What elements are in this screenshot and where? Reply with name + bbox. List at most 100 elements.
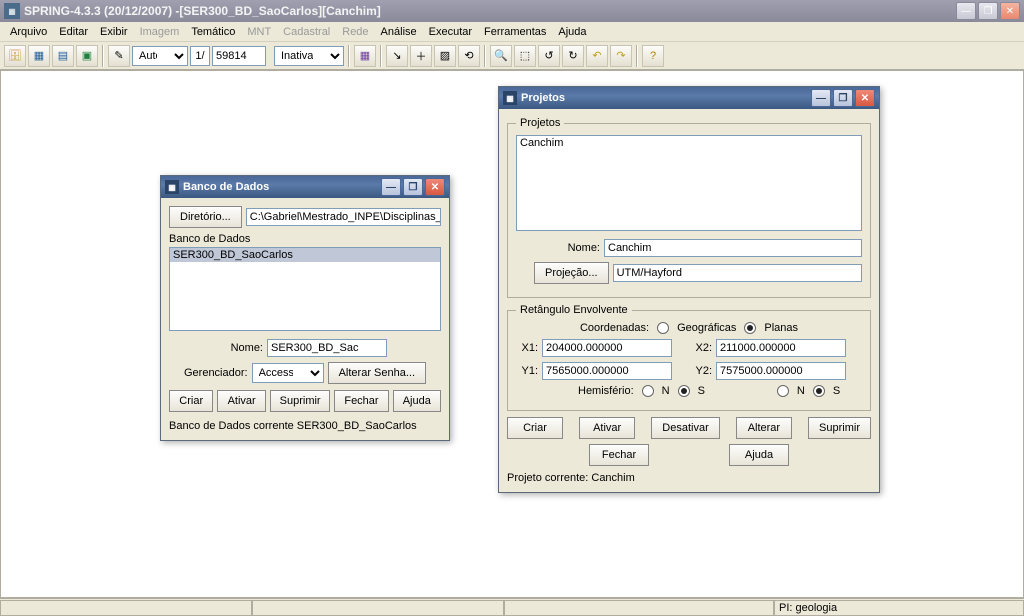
planas-label: Planas [764, 322, 798, 334]
close-button[interactable]: ✕ [1000, 2, 1020, 20]
zoom-in-icon[interactable]: 🔍 [490, 45, 512, 67]
proj-alterar-button[interactable]: Alterar [736, 417, 792, 439]
proj-close-button[interactable]: ✕ [855, 89, 875, 107]
radio-hem-s-1[interactable] [678, 385, 690, 397]
toolbar-separator [380, 45, 382, 67]
bd-dialog-titlebar[interactable]: ▦ Banco de Dados — ❐ ✕ [161, 176, 449, 198]
radio-hem-s-2[interactable] [813, 385, 825, 397]
grid-icon[interactable]: ▦ [354, 45, 376, 67]
bd-fechar-button[interactable]: Fechar [334, 390, 388, 412]
menu-mnt[interactable]: MNT [241, 24, 277, 40]
y2-input[interactable]: 7575000.000000 [716, 362, 846, 380]
retangulo-group: Retângulo Envolvente Coordenadas: Geográ… [507, 304, 871, 411]
bd-ativar-button[interactable]: Ativar [217, 390, 265, 412]
proj-listbox[interactable]: Canchim [516, 135, 862, 231]
tool4-icon[interactable]: ▣ [76, 45, 98, 67]
proj-fechar-button[interactable]: Fechar [589, 444, 649, 466]
hem-s-label-2: S [833, 385, 840, 397]
arrow-down-icon[interactable]: ↘ [386, 45, 408, 67]
zoom-prev-icon[interactable]: ↺ [538, 45, 560, 67]
y1-input[interactable]: 7565000.000000 [542, 362, 672, 380]
plus-icon[interactable]: ＋ [410, 45, 432, 67]
hem-s-label-1: S [698, 385, 705, 397]
projetos-dialog: ▦ Projetos — ❐ ✕ Projetos Canchim Nome: … [498, 86, 880, 493]
menu-analise[interactable]: Análise [375, 24, 423, 40]
database-icon[interactable]: 🗄 [4, 45, 26, 67]
menu-tematico[interactable]: Temático [185, 24, 241, 40]
undo-icon[interactable]: ↶ [586, 45, 608, 67]
alterar-senha-button[interactable]: Alterar Senha... [328, 362, 426, 384]
zoom-next-icon[interactable]: ↻ [562, 45, 584, 67]
bd-close-button[interactable]: ✕ [425, 178, 445, 196]
radio-geograficas[interactable] [657, 322, 669, 334]
menu-exibir[interactable]: Exibir [94, 24, 134, 40]
proj-dialog-title: Projetos [521, 92, 565, 104]
bd-nome-label: Nome: [223, 342, 263, 354]
menu-arquivo[interactable]: Arquivo [4, 24, 53, 40]
radio-planas[interactable] [744, 322, 756, 334]
geograficas-label: Geográficas [677, 322, 736, 334]
retangulo-group-label: Retângulo Envolvente [516, 304, 632, 316]
layer-icon[interactable]: ▤ [52, 45, 74, 67]
redo-icon[interactable]: ↷ [610, 45, 632, 67]
menu-editar[interactable]: Editar [53, 24, 94, 40]
bd-list-item-selected[interactable]: SER300_BD_SaoCarlos [170, 248, 440, 262]
radio-hem-n-1[interactable] [642, 385, 654, 397]
scale-numerator: 1/ [190, 46, 210, 66]
x1-label: X1: [516, 342, 538, 354]
proj-minimize-button[interactable]: — [811, 89, 831, 107]
proj-ativar-button[interactable]: Ativar [579, 417, 635, 439]
tool-icon[interactable]: ▨ [434, 45, 456, 67]
bd-listbox[interactable]: SER300_BD_SaoCarlos [169, 247, 441, 331]
zoom-mode-select[interactable]: Auto [132, 46, 188, 66]
y2-label: Y2: [676, 365, 712, 377]
bd-nome-input[interactable]: SER300_BD_Sac [267, 339, 387, 357]
projecao-button[interactable]: Projeção... [534, 262, 609, 284]
proj-criar-button[interactable]: Criar [507, 417, 563, 439]
proj-dialog-titlebar[interactable]: ▦ Projetos — ❐ ✕ [499, 87, 879, 109]
project-icon[interactable]: ▦ [28, 45, 50, 67]
help-icon[interactable]: ? [642, 45, 664, 67]
draw-icon[interactable]: ✎ [108, 45, 130, 67]
menubar: Arquivo Editar Exibir Imagem Temático MN… [0, 22, 1024, 42]
proj-desativar-button[interactable]: Desativar [651, 417, 719, 439]
diretorio-button[interactable]: Diretório... [169, 206, 242, 228]
menu-ferramentas[interactable]: Ferramentas [478, 24, 552, 40]
status-pi: PI: geologia [774, 600, 1024, 616]
x2-input[interactable]: 211000.000000 [716, 339, 846, 357]
scale-value[interactable]: 59814 [212, 46, 266, 66]
diretorio-input[interactable]: C:\Gabriel\Mestrado_INPE\Disciplinas_1\I… [246, 208, 441, 226]
tool-icon[interactable]: ⟲ [458, 45, 480, 67]
maximize-button[interactable]: ❐ [978, 2, 998, 20]
hem-n-label-2: N [797, 385, 805, 397]
toolbar-separator [102, 45, 104, 67]
proj-maximize-button[interactable]: ❐ [833, 89, 853, 107]
bd-gerenciador-select[interactable]: Access [252, 363, 324, 383]
bd-minimize-button[interactable]: — [381, 178, 401, 196]
menu-ajuda[interactable]: Ajuda [552, 24, 592, 40]
projetos-group-label: Projetos [516, 117, 564, 129]
proj-nome-input[interactable]: Canchim [604, 239, 862, 257]
proj-ajuda-button[interactable]: Ajuda [729, 444, 789, 466]
menu-rede[interactable]: Rede [336, 24, 374, 40]
proj-list-item[interactable]: Canchim [517, 136, 861, 150]
proj-suprimir-button[interactable]: Suprimir [808, 417, 871, 439]
bd-ajuda-button[interactable]: Ajuda [393, 390, 441, 412]
status-cell-3 [504, 600, 774, 616]
proj-nome-label: Nome: [516, 242, 600, 254]
radio-hem-n-2[interactable] [777, 385, 789, 397]
menu-cadastral[interactable]: Cadastral [277, 24, 336, 40]
x1-input[interactable]: 204000.000000 [542, 339, 672, 357]
minimize-button[interactable]: — [956, 2, 976, 20]
status-cell-2 [252, 600, 504, 616]
menu-imagem[interactable]: Imagem [134, 24, 186, 40]
proj-status-text: Projeto corrente: Canchim [507, 472, 871, 484]
bd-suprimir-button[interactable]: Suprimir [270, 390, 331, 412]
activity-select[interactable]: Inativa [274, 46, 344, 66]
menu-executar[interactable]: Executar [423, 24, 478, 40]
projecao-input[interactable]: UTM/Hayford [613, 264, 862, 282]
zoom-box-icon[interactable]: ⬚ [514, 45, 536, 67]
bd-criar-button[interactable]: Criar [169, 390, 213, 412]
bd-maximize-button[interactable]: ❐ [403, 178, 423, 196]
toolbar-separator [484, 45, 486, 67]
